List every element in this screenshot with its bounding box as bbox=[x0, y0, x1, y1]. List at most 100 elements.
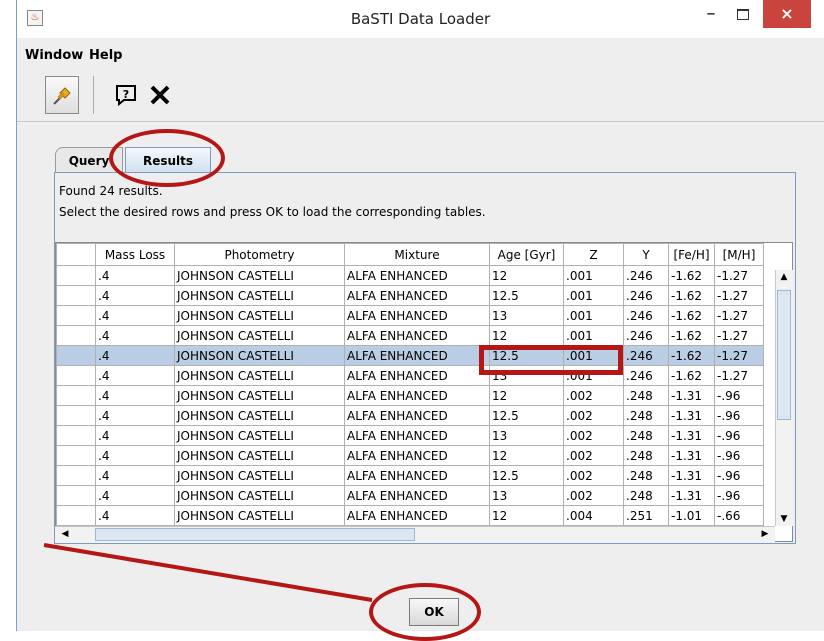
row-index-cell[interactable] bbox=[56, 365, 96, 386]
table-cell[interactable]: JOHNSON CASTELLI bbox=[174, 505, 345, 526]
scroll-left-icon[interactable]: ◀ bbox=[57, 529, 73, 539]
table-cell[interactable]: .002 bbox=[563, 405, 624, 426]
vertical-scrollbar[interactable]: ▲ ▼ bbox=[775, 270, 793, 526]
row-index-cell[interactable] bbox=[56, 505, 96, 526]
table-cell[interactable]: JOHNSON CASTELLI bbox=[174, 345, 345, 366]
table-row[interactable]: .4 JOHNSON CASTELLI ALFA ENHANCED 12.5.001.… bbox=[56, 345, 764, 366]
table-cell[interactable]: .248 bbox=[623, 425, 669, 446]
table-cell[interactable]: .002 bbox=[563, 385, 624, 406]
table-cell[interactable]: -.96 bbox=[714, 445, 764, 466]
table-cell[interactable]: ALFA ENHANCED bbox=[344, 405, 490, 426]
close-window-button[interactable]: × bbox=[763, 0, 811, 28]
help-button[interactable]: ? bbox=[109, 76, 143, 114]
table-cell[interactable]: .001 bbox=[563, 265, 624, 286]
table-cell[interactable]: .4 bbox=[95, 445, 175, 466]
table-cell[interactable]: -.96 bbox=[714, 405, 764, 426]
table-cell[interactable]: -1.27 bbox=[714, 285, 764, 306]
horizontal-scroll-thumb[interactable] bbox=[95, 528, 415, 541]
table-cell[interactable]: -1.62 bbox=[668, 345, 715, 366]
table-cell[interactable]: .248 bbox=[623, 485, 669, 506]
table-cell[interactable]: ALFA ENHANCED bbox=[344, 385, 490, 406]
column-header-photometry[interactable]: Photometry bbox=[174, 243, 345, 266]
column-header-z[interactable]: Z bbox=[563, 243, 624, 266]
table-cell[interactable]: ALFA ENHANCED bbox=[344, 465, 490, 486]
table-cell[interactable]: 13 bbox=[489, 485, 564, 506]
table-cell[interactable]: ALFA ENHANCED bbox=[344, 285, 490, 306]
row-index-cell[interactable] bbox=[56, 285, 96, 306]
table-cell[interactable]: ALFA ENHANCED bbox=[344, 345, 490, 366]
table-cell[interactable]: JOHNSON CASTELLI bbox=[174, 485, 345, 506]
table-cell[interactable]: -1.62 bbox=[668, 365, 715, 386]
scroll-right-icon[interactable]: ▶ bbox=[757, 529, 773, 539]
table-cell[interactable]: ALFA ENHANCED bbox=[344, 505, 490, 526]
table-cell[interactable]: JOHNSON CASTELLI bbox=[174, 325, 345, 346]
table-cell[interactable]: ALFA ENHANCED bbox=[344, 305, 490, 326]
row-index-cell[interactable] bbox=[56, 305, 96, 326]
table-cell[interactable]: .246 bbox=[623, 285, 669, 306]
table-cell[interactable]: .4 bbox=[95, 405, 175, 426]
column-header-y[interactable]: Y bbox=[623, 243, 669, 266]
row-index-cell[interactable] bbox=[56, 445, 96, 466]
table-cell[interactable]: 13 bbox=[489, 305, 564, 326]
table-cell[interactable]: ALFA ENHANCED bbox=[344, 325, 490, 346]
column-header-mixture[interactable]: Mixture bbox=[344, 243, 490, 266]
table-cell[interactable]: -1.27 bbox=[714, 305, 764, 326]
table-cell[interactable]: -1.27 bbox=[714, 365, 764, 386]
table-cell[interactable]: .248 bbox=[623, 445, 669, 466]
table-cell[interactable]: -1.62 bbox=[668, 265, 715, 286]
table-cell[interactable]: JOHNSON CASTELLI bbox=[174, 465, 345, 486]
table-row[interactable]: .4 JOHNSON CASTELLI ALFA ENHANCED 12.002.24… bbox=[56, 445, 764, 466]
table-cell[interactable]: .4 bbox=[95, 425, 175, 446]
pin-button[interactable] bbox=[45, 76, 79, 114]
table-cell[interactable]: -1.01 bbox=[668, 505, 715, 526]
table-cell[interactable]: .004 bbox=[563, 505, 624, 526]
table-cell[interactable]: -.96 bbox=[714, 425, 764, 446]
table-row[interactable]: .4 JOHNSON CASTELLI ALFA ENHANCED 13.002.24… bbox=[56, 485, 764, 506]
column-header-age[interactable]: Age [Gyr] bbox=[489, 243, 564, 266]
table-cell[interactable]: JOHNSON CASTELLI bbox=[174, 365, 345, 386]
table-cell[interactable]: .4 bbox=[95, 325, 175, 346]
table-row[interactable]: .4 JOHNSON CASTELLI ALFA ENHANCED 13.001.24… bbox=[56, 305, 764, 326]
table-cell[interactable]: ALFA ENHANCED bbox=[344, 265, 490, 286]
table-cell[interactable]: -1.31 bbox=[668, 445, 715, 466]
table-cell[interactable]: .002 bbox=[563, 425, 624, 446]
table-cell[interactable]: .246 bbox=[623, 305, 669, 326]
table-cell[interactable]: .4 bbox=[95, 465, 175, 486]
row-index-cell[interactable] bbox=[56, 325, 96, 346]
table-cell[interactable]: -1.62 bbox=[668, 305, 715, 326]
table-cell[interactable]: 12.5 bbox=[489, 285, 564, 306]
table-row[interactable]: .4 JOHNSON CASTELLI ALFA ENHANCED 12.5.001.… bbox=[56, 285, 764, 306]
table-cell[interactable]: .001 bbox=[563, 325, 624, 346]
table-cell[interactable]: .4 bbox=[95, 505, 175, 526]
table-row[interactable]: .4 JOHNSON CASTELLI ALFA ENHANCED 12.002.24… bbox=[56, 385, 764, 406]
table-cell[interactable]: JOHNSON CASTELLI bbox=[174, 445, 345, 466]
table-cell[interactable]: 12.5 bbox=[489, 405, 564, 426]
table-cell[interactable]: -1.31 bbox=[668, 485, 715, 506]
row-index-cell[interactable] bbox=[56, 265, 96, 286]
table-cell[interactable]: .4 bbox=[95, 485, 175, 506]
table-cell[interactable]: .4 bbox=[95, 385, 175, 406]
table-cell[interactable]: JOHNSON CASTELLI bbox=[174, 285, 345, 306]
column-header-m-h[interactable]: [M/H] bbox=[714, 243, 764, 266]
table-cell[interactable]: -1.27 bbox=[714, 345, 764, 366]
table-row[interactable]: .4 JOHNSON CASTELLI ALFA ENHANCED 12.004.25… bbox=[56, 505, 764, 526]
table-cell[interactable]: -1.31 bbox=[668, 465, 715, 486]
table-cell[interactable]: JOHNSON CASTELLI bbox=[174, 405, 345, 426]
table-cell[interactable]: .248 bbox=[623, 385, 669, 406]
horizontal-scrollbar[interactable]: ◀ ▶ bbox=[55, 526, 775, 543]
table-cell[interactable]: .248 bbox=[623, 465, 669, 486]
table-cell[interactable]: .251 bbox=[623, 505, 669, 526]
table-cell[interactable]: -1.62 bbox=[668, 325, 715, 346]
table-cell[interactable]: -.66 bbox=[714, 505, 764, 526]
table-cell[interactable]: .246 bbox=[623, 365, 669, 386]
table-cell[interactable]: .246 bbox=[623, 345, 669, 366]
table-cell[interactable]: -.96 bbox=[714, 485, 764, 506]
table-cell[interactable]: .4 bbox=[95, 285, 175, 306]
table-cell[interactable]: 12 bbox=[489, 445, 564, 466]
table-cell[interactable]: JOHNSON CASTELLI bbox=[174, 265, 345, 286]
table-cell[interactable]: 12.5 bbox=[489, 465, 564, 486]
table-cell[interactable]: 12 bbox=[489, 385, 564, 406]
row-index-cell[interactable] bbox=[56, 385, 96, 406]
table-cell[interactable]: -1.27 bbox=[714, 265, 764, 286]
table-row[interactable]: .4 JOHNSON CASTELLI ALFA ENHANCED 13.002.24… bbox=[56, 425, 764, 446]
